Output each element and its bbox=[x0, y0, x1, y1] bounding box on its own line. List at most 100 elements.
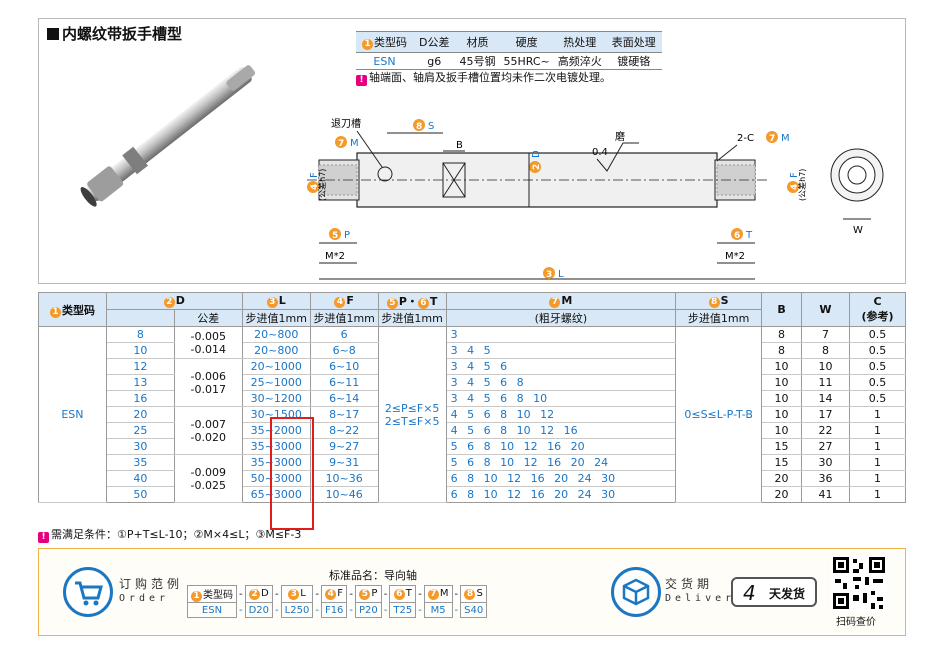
delivery-box-icon bbox=[611, 567, 661, 617]
svg-text:3: 3 bbox=[546, 270, 552, 280]
svg-text:T: T bbox=[745, 230, 753, 241]
table-row: 35 -0.009 -0.025 35~3000 9~31 5 6 8 10 12 16 … bbox=[39, 454, 907, 503]
m-cell: 4 5 6 8 10 12 bbox=[445, 406, 677, 423]
d-cell: 13 bbox=[105, 374, 175, 391]
b-cell: 15 bbox=[761, 454, 803, 471]
d-cell: 40 bbox=[105, 470, 175, 487]
d-cell: 12 bbox=[105, 358, 175, 375]
d-cell: 10 bbox=[105, 342, 175, 359]
qr-code-icon[interactable] bbox=[831, 555, 887, 611]
f-cell: 10~46 bbox=[309, 486, 379, 503]
d-cell: 25 bbox=[105, 422, 175, 439]
f-cell: 8~22 bbox=[309, 422, 379, 439]
table-row: 20 -0.007 -0.020 30~1500 8~17 4 5 6 8 10 12 10… bbox=[39, 406, 907, 455]
table-row: 40 50~3000 10~36 6 8 10 12 16 20 24 30 20 36 1 bbox=[39, 470, 907, 487]
c-cell: 1 bbox=[848, 406, 907, 423]
col-header-pt: 5 P・ 6 T bbox=[377, 292, 447, 310]
svg-text:7: 7 bbox=[769, 134, 775, 144]
spec-header-dtol: D公差 bbox=[413, 31, 456, 53]
m-cell: 6 8 10 12 16 20 24 30 bbox=[445, 486, 677, 503]
svg-text:L: L bbox=[558, 269, 564, 280]
svg-text:0.4: 0.4 bbox=[592, 147, 608, 158]
spec-dtol: g6 bbox=[413, 52, 456, 70]
svg-text:P: P bbox=[344, 230, 350, 241]
order-v-m: M5 bbox=[423, 602, 453, 618]
d-tol-cell: -0.007 -0.020 bbox=[173, 406, 243, 455]
w-cell: 27 bbox=[801, 438, 850, 455]
order-v-type: ESN bbox=[187, 602, 237, 618]
b-cell: 10 bbox=[761, 390, 803, 407]
svg-text:8: 8 bbox=[416, 122, 422, 132]
order-h-t: 6T bbox=[389, 585, 417, 603]
c-cell: 1 bbox=[848, 470, 907, 487]
condition-note: ! 需满足条件：①P+T≤L-10；②M×4≤L；③M≤F-3 bbox=[38, 526, 301, 543]
svg-text:M: M bbox=[350, 138, 359, 149]
spec-material: 45号钢 bbox=[455, 52, 500, 70]
delivery-label: 交货期 bbox=[665, 577, 714, 591]
m-cell: 5 6 8 10 12 16 20 bbox=[445, 438, 677, 455]
col-header-f-step: 步进值1mm bbox=[309, 309, 379, 327]
col-header-b: B bbox=[761, 292, 803, 327]
delivery-badge: 4 天发货 bbox=[731, 577, 817, 607]
f-cell: 6~10 bbox=[309, 358, 379, 375]
f-cell: 9~27 bbox=[309, 438, 379, 455]
order-h-f: 4F bbox=[320, 585, 348, 603]
col-header-s-step: 步进值1mm bbox=[675, 309, 763, 327]
c-cell: 1 bbox=[848, 486, 907, 503]
b-cell: 10 bbox=[761, 422, 803, 439]
m-cell: 3 4 5 bbox=[445, 342, 677, 359]
m-cell: 3 bbox=[445, 326, 677, 343]
m-cell: 4 5 6 8 10 12 16 bbox=[445, 422, 677, 439]
svg-text:(公差h7): (公差h7) bbox=[317, 169, 327, 201]
order-v-s: S40 bbox=[460, 602, 488, 618]
svg-text:M: M bbox=[781, 133, 790, 144]
c-cell: 0.5 bbox=[848, 358, 907, 375]
c-cell: 1 bbox=[848, 438, 907, 455]
col-header-s: 8S bbox=[675, 292, 763, 310]
std-name: 标准品名：导向轴 bbox=[329, 569, 417, 582]
delivery-days: 4 bbox=[743, 581, 756, 605]
d-cell: 35 bbox=[105, 454, 175, 471]
svg-text:M*2: M*2 bbox=[725, 251, 745, 262]
col-header-f: 4F bbox=[309, 292, 379, 310]
col-header-l: 3L bbox=[241, 292, 311, 310]
technical-drawing: 退刀槽 7 M 8 S B 2 D 0.4 磨 2-C 7 M 4 F (公差h… bbox=[307, 117, 884, 280]
table-row: 10 20~800 6~8 3 4 5 8 8 0.5 bbox=[39, 342, 907, 359]
table-row: ESN 8 -0.005 -0.014 20~800 6 2≤P≤F×5 2≤T≤F×5 3 0≤… bbox=[38, 326, 907, 503]
spec-header-material: 材质 bbox=[455, 31, 500, 53]
order-example-panel: 订购范例 Order 标准品名：导向轴 1 类型码 - 2D- 3L- 4F- 5P… bbox=[38, 548, 906, 636]
c-cell: 0.5 bbox=[848, 374, 907, 391]
f-cell: 8~17 bbox=[309, 406, 379, 423]
m-cell: 6 8 10 12 16 20 24 30 bbox=[445, 470, 677, 487]
order-v-t: T25 bbox=[389, 602, 417, 618]
svg-text:W: W bbox=[853, 225, 863, 236]
spec-surface: 镀硬铬 bbox=[605, 52, 662, 70]
m-cell: 3 4 5 6 8 10 bbox=[445, 390, 677, 407]
svg-text:(公差h7): (公差h7) bbox=[797, 169, 807, 201]
b-cell: 10 bbox=[761, 358, 803, 375]
spec-header-type: 1 类型码 bbox=[356, 31, 413, 53]
f-cell: 6~11 bbox=[309, 374, 379, 391]
c-cell: 0.5 bbox=[848, 342, 907, 359]
d-cell: 16 bbox=[105, 390, 175, 407]
pt-rule-cell: 2≤P≤F×5 2≤T≤F×5 bbox=[377, 326, 447, 503]
d-tol-cell: -0.006 -0.017 bbox=[173, 358, 243, 407]
svg-text:S: S bbox=[428, 121, 434, 132]
f-cell: 10~36 bbox=[309, 470, 379, 487]
w-cell: 17 bbox=[801, 406, 850, 423]
b-cell: 10 bbox=[761, 406, 803, 423]
type-code-cell: ESN bbox=[38, 326, 107, 503]
l-cell: 30~1200 bbox=[241, 390, 311, 407]
svg-text:D: D bbox=[531, 150, 542, 158]
col-header-w: W bbox=[801, 292, 850, 327]
order-h-m: 7M bbox=[423, 585, 453, 603]
label-tuidaocao: 退刀槽 bbox=[331, 117, 361, 130]
svg-text:6: 6 bbox=[734, 231, 740, 241]
table-row: 25 35~2000 8~22 4 5 6 8 10 12 16 10 22 1 bbox=[39, 422, 907, 439]
m-cell: 5 6 8 10 12 16 20 24 bbox=[445, 454, 677, 471]
l-cell: 20~1000 bbox=[241, 358, 311, 375]
spec-header-surface: 表面处理 bbox=[605, 31, 662, 53]
d-cell: 50 bbox=[105, 486, 175, 503]
qr-label: 扫码查价 bbox=[836, 617, 876, 628]
col-header-pt-step: 步进值1mm bbox=[377, 309, 447, 327]
